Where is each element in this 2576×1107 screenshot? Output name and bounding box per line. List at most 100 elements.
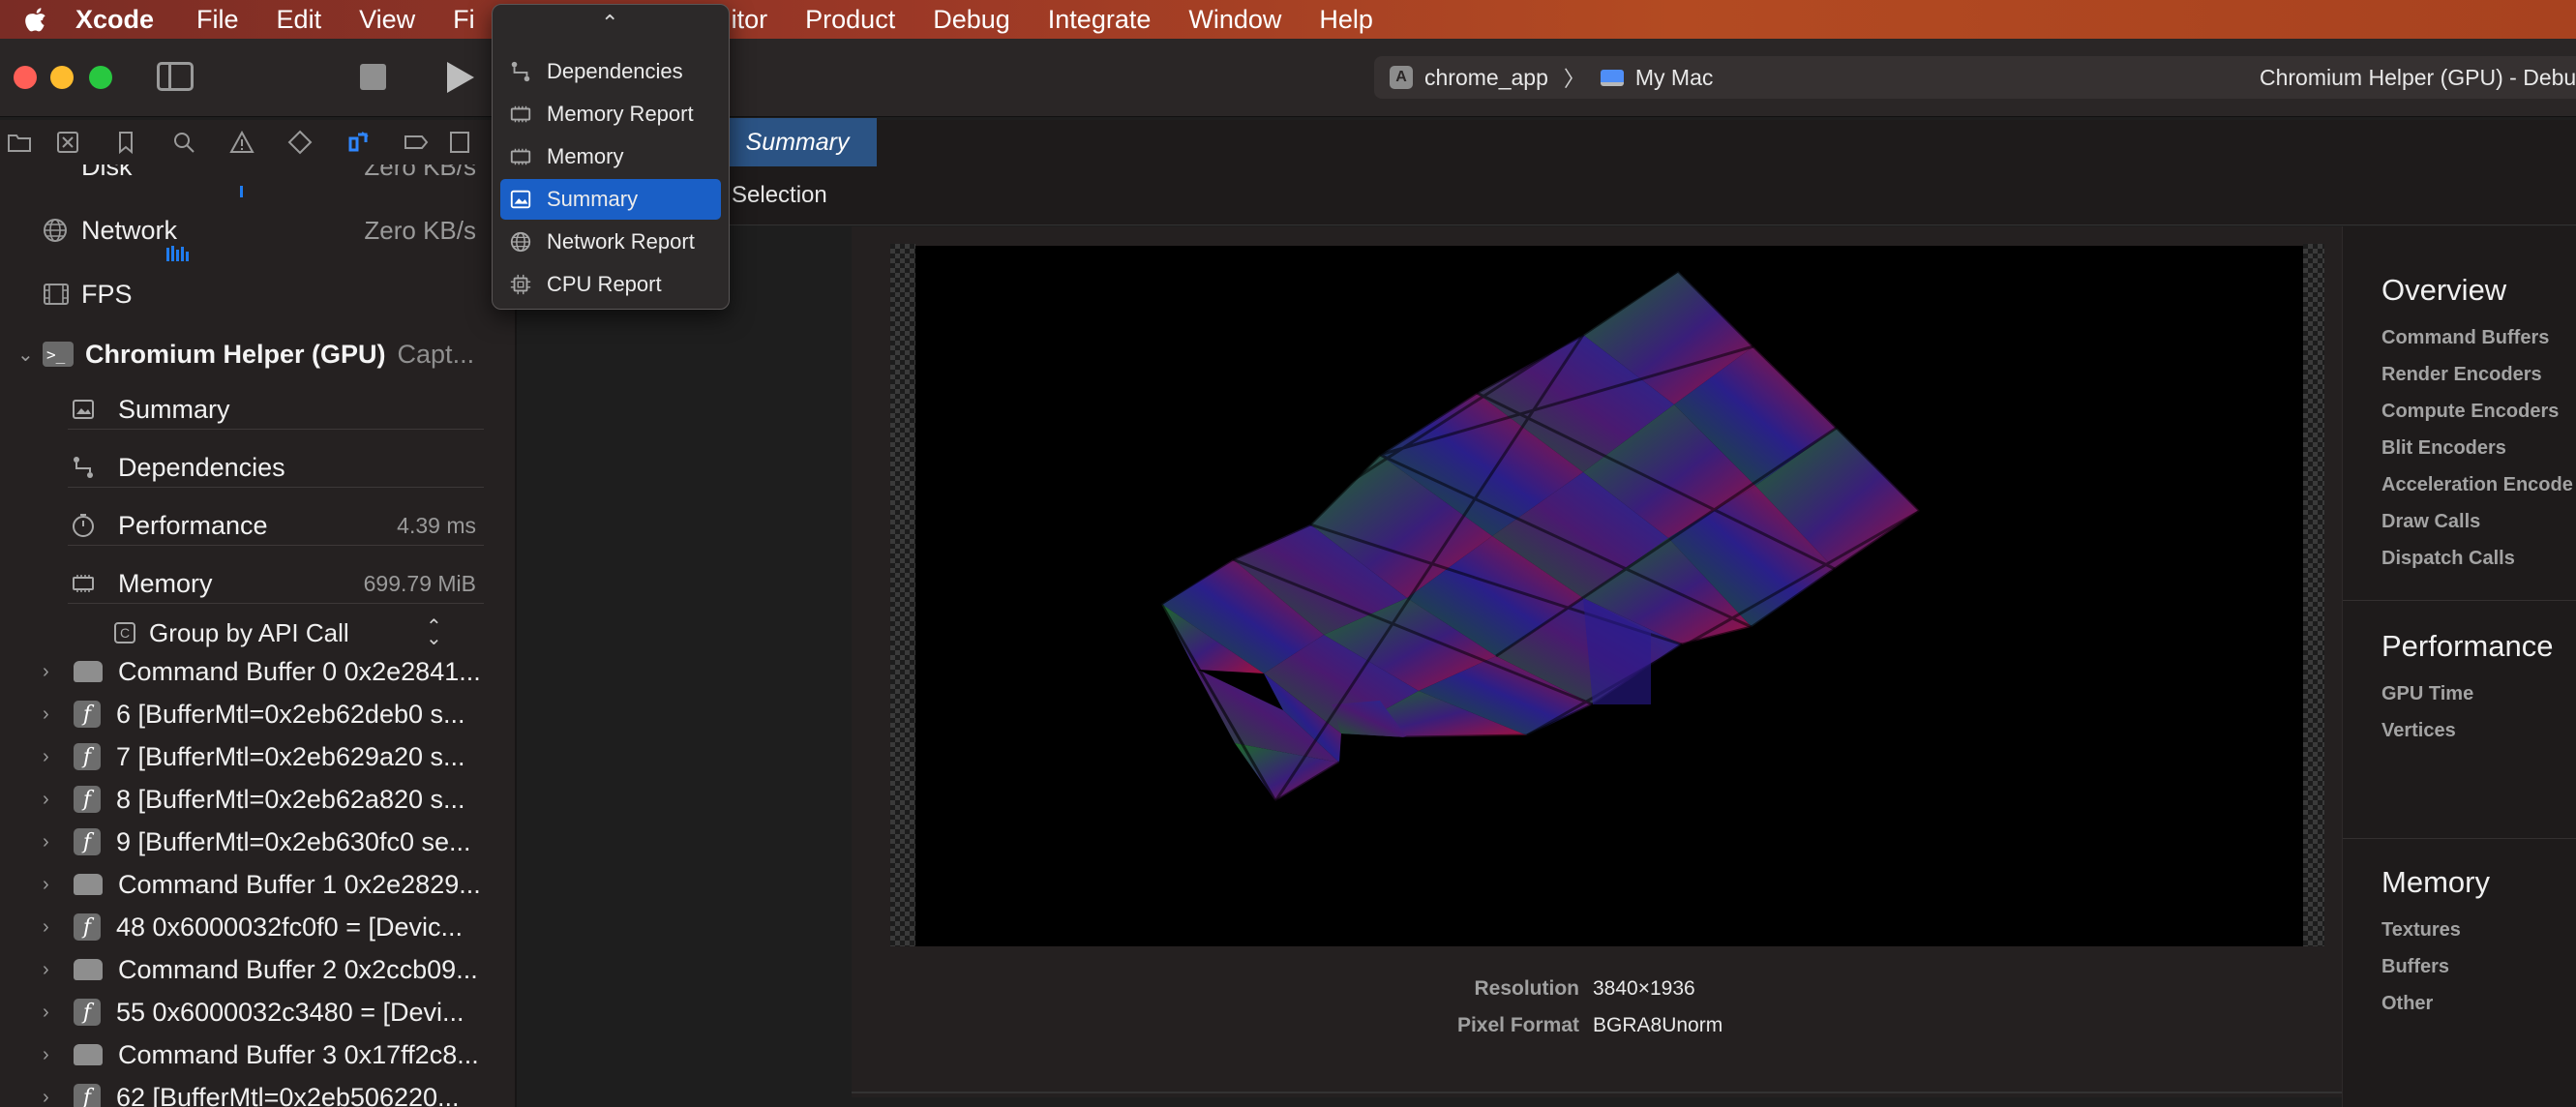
- tree-row[interactable]: › f 7 [BufferMtl=0x2eb629a20 s...: [0, 735, 515, 778]
- folder-icon[interactable]: [0, 120, 39, 165]
- disclosure-chevron-icon[interactable]: ›: [43, 874, 58, 896]
- disclosure-chevron-icon[interactable]: ›: [43, 1044, 58, 1066]
- disclosure-chevron-icon[interactable]: ›: [43, 1002, 58, 1024]
- scheme-destination[interactable]: My Mac: [1635, 65, 1714, 91]
- bookmark-icon[interactable]: [97, 120, 155, 165]
- tree-row[interactable]: › f 8 [BufferMtl=0x2eb62a820 s...: [0, 778, 515, 821]
- performance-heading[interactable]: Performance: [2381, 629, 2553, 664]
- source-control-icon[interactable]: [39, 120, 97, 165]
- outline-link-vertices[interactable]: Vertices: [2381, 720, 2456, 742]
- tree-row[interactable]: › Command Buffer 0 0x2e2841...: [0, 650, 515, 693]
- outline-link-command-buffers[interactable]: Command Buffers: [2381, 327, 2549, 349]
- disclosure-chevron-icon[interactable]: ›: [43, 746, 58, 768]
- disclosure-chevron-icon[interactable]: ›: [43, 831, 58, 853]
- tree-row[interactable]: › f 9 [BufferMtl=0x2eb630fc0 se...: [0, 821, 515, 863]
- disclosure-chevron-icon[interactable]: ›: [43, 959, 58, 981]
- menu-help[interactable]: Help: [1319, 5, 1373, 35]
- menu-xcode[interactable]: Xcode: [75, 5, 154, 35]
- terminal-icon: >_: [43, 342, 74, 367]
- menu-item-summary[interactable]: Summary: [500, 179, 721, 220]
- close-window-button[interactable]: [14, 66, 37, 89]
- menu-item-memory-report[interactable]: Memory Report: [500, 94, 721, 135]
- chevron-down-icon[interactable]: ⌄: [17, 343, 34, 367]
- tree-row[interactable]: › f 6 [BufferMtl=0x2eb62deb0 s...: [0, 693, 515, 735]
- scheme-selector[interactable]: A chrome_app 〉 My Mac Chromium Helper (G…: [1374, 56, 2576, 99]
- sidebar-item-performance[interactable]: Performance 4.39 ms: [0, 499, 515, 552]
- menu-view[interactable]: View: [359, 5, 415, 35]
- stop-icon[interactable]: [360, 64, 386, 90]
- menu-window[interactable]: Window: [1188, 5, 1281, 35]
- minimize-window-button[interactable]: [50, 66, 74, 89]
- process-row[interactable]: ⌄ >_ Chromium Helper (GPU) Capt...: [0, 335, 515, 374]
- film-icon: [43, 283, 70, 306]
- render-attachment-preview[interactable]: [915, 246, 2303, 946]
- network-sparkline: [166, 246, 192, 261]
- outline-link-textures[interactable]: Textures: [2381, 919, 2461, 942]
- outline-link-acceleration-encoders[interactable]: Acceleration Encode: [2381, 474, 2573, 496]
- outline-link-dispatch-calls[interactable]: Dispatch Calls: [2381, 548, 2515, 570]
- disk-gauge[interactable]: Disk Zero KB/s: [0, 165, 515, 186]
- tree-row[interactable]: › Command Buffer 3 0x17ff2c8...: [0, 1033, 515, 1076]
- menu-item-network-report[interactable]: Network Report: [500, 222, 721, 262]
- chevron-right-icon: 〉: [1563, 67, 1585, 91]
- menu-item-memory[interactable]: Memory: [500, 136, 721, 177]
- tree-row-label: Command Buffer 0 0x2e2841...: [118, 656, 481, 686]
- tree-row[interactable]: › Command Buffer 1 0x2e2829...: [0, 863, 515, 906]
- test-icon[interactable]: [271, 120, 329, 165]
- apple-logo-icon[interactable]: [23, 5, 50, 34]
- tree-row[interactable]: › f 55 0x6000032c3480 = [Devi...: [0, 991, 515, 1033]
- menu-integrate[interactable]: Integrate: [1048, 5, 1152, 35]
- tree-row[interactable]: › Command Buffer 2 0x2ccb09...: [0, 948, 515, 991]
- menu-debug[interactable]: Debug: [933, 5, 1010, 35]
- menu-edit[interactable]: Edit: [277, 5, 322, 35]
- tree-row-label: Command Buffer 2 0x2ccb09...: [118, 954, 478, 984]
- outline-link-compute-encoders[interactable]: Compute Encoders: [2381, 401, 2559, 423]
- sidebar-item-summary[interactable]: Summary: [0, 383, 515, 435]
- menu-editor[interactable]: itor: [732, 5, 768, 35]
- path-selection[interactable]: Selection: [732, 182, 827, 209]
- issue-icon[interactable]: [213, 120, 271, 165]
- gauge-label: FPS: [81, 279, 133, 309]
- outline-link-draw-calls[interactable]: Draw Calls: [2381, 511, 2480, 533]
- tree-row[interactable]: › f 62 [BufferMtl=0x2eb506220...: [0, 1076, 515, 1107]
- tree-row-label: 8 [BufferMtl=0x2eb62a820 s...: [116, 784, 465, 814]
- find-icon[interactable]: [155, 120, 213, 165]
- menu-item-dependencies[interactable]: Dependencies: [500, 51, 721, 92]
- disclosure-chevron-icon[interactable]: ›: [43, 661, 58, 683]
- disclosure-chevron-icon[interactable]: ›: [43, 916, 58, 939]
- breakpoint-icon[interactable]: [387, 120, 445, 165]
- disclosure-chevron-icon[interactable]: ›: [43, 1087, 58, 1107]
- sidebar-item-dependencies[interactable]: Dependencies: [0, 441, 515, 494]
- scroll-up-chevron-icon[interactable]: ⌃: [601, 11, 618, 36]
- scheme-target[interactable]: chrome_app: [1424, 65, 1548, 91]
- network-report-icon: [508, 229, 533, 254]
- menu-product[interactable]: Product: [805, 5, 895, 35]
- debug-navigator-icon[interactable]: [329, 120, 387, 165]
- memory-heading[interactable]: Memory: [2381, 865, 2490, 900]
- gauge-label: Disk: [81, 165, 133, 181]
- group-by-popup[interactable]: C Group by API Call ⌃ ⌄: [0, 610, 515, 656]
- outline-link-gpu-time[interactable]: GPU Time: [2381, 683, 2473, 705]
- run-icon[interactable]: [447, 62, 474, 93]
- divider: [68, 487, 484, 488]
- menu-find[interactable]: Fi: [453, 5, 475, 35]
- sidebar-item-memory[interactable]: Memory 699.79 MiB: [0, 557, 515, 610]
- fps-gauge[interactable]: FPS: [0, 275, 515, 314]
- disk-sparkline: [240, 186, 243, 197]
- sidebar-toggle-icon[interactable]: [157, 62, 194, 91]
- function-icon: f: [74, 913, 101, 941]
- disclosure-chevron-icon[interactable]: ›: [43, 703, 58, 726]
- outline-link-buffers[interactable]: Buffers: [2381, 956, 2449, 978]
- disclosure-chevron-icon[interactable]: ›: [43, 789, 58, 811]
- menu-file[interactable]: File: [196, 5, 239, 35]
- tree-row[interactable]: › f 48 0x6000032fc0f0 = [Devic...: [0, 906, 515, 948]
- overview-heading[interactable]: Overview: [2381, 273, 2506, 308]
- menu-item-cpu-report[interactable]: CPU Report: [500, 264, 721, 305]
- outline-link-other[interactable]: Other: [2381, 993, 2433, 1015]
- network-gauge[interactable]: Network Zero KB/s: [0, 211, 515, 250]
- outline-link-blit-encoders[interactable]: Blit Encoders: [2381, 437, 2506, 460]
- tab-summary[interactable]: Summary: [718, 118, 877, 166]
- zoom-window-button[interactable]: [89, 66, 112, 89]
- report-icon[interactable]: [445, 120, 474, 165]
- outline-link-render-encoders[interactable]: Render Encoders: [2381, 364, 2542, 386]
